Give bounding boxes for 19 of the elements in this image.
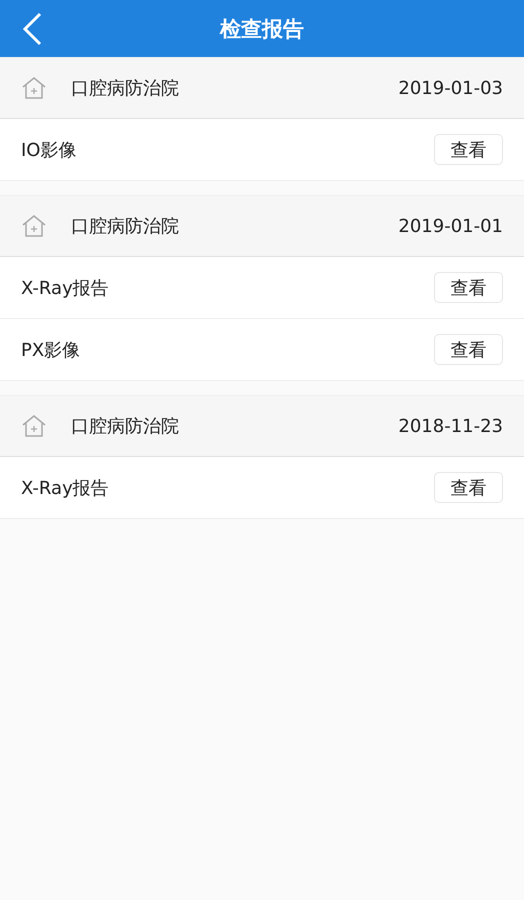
report-date: 2019-01-01 [398,216,503,236]
hospital-icon [21,76,47,100]
view-button[interactable]: 查看 [434,272,503,303]
page-title: 检查报告 [220,16,304,42]
report-name: IO影像 [21,138,78,162]
hospital-name: 口腔病防治院 [71,415,180,438]
report-date: 2019-01-03 [398,78,503,98]
report-name: PX影像 [21,338,82,362]
back-icon[interactable] [20,12,44,46]
view-button[interactable]: 查看 [434,134,503,165]
hospital-name: 口腔病防治院 [71,215,180,238]
report-date: 2018-11-23 [398,416,503,436]
hospital-icon [21,414,47,438]
hospital-name: 口腔病防治院 [71,77,180,100]
hospital-icon [21,214,47,238]
view-button[interactable]: 查看 [434,334,503,365]
view-button[interactable]: 查看 [434,472,503,503]
report-name: X-Ray报告 [21,476,110,500]
report-name: X-Ray报告 [21,276,110,300]
